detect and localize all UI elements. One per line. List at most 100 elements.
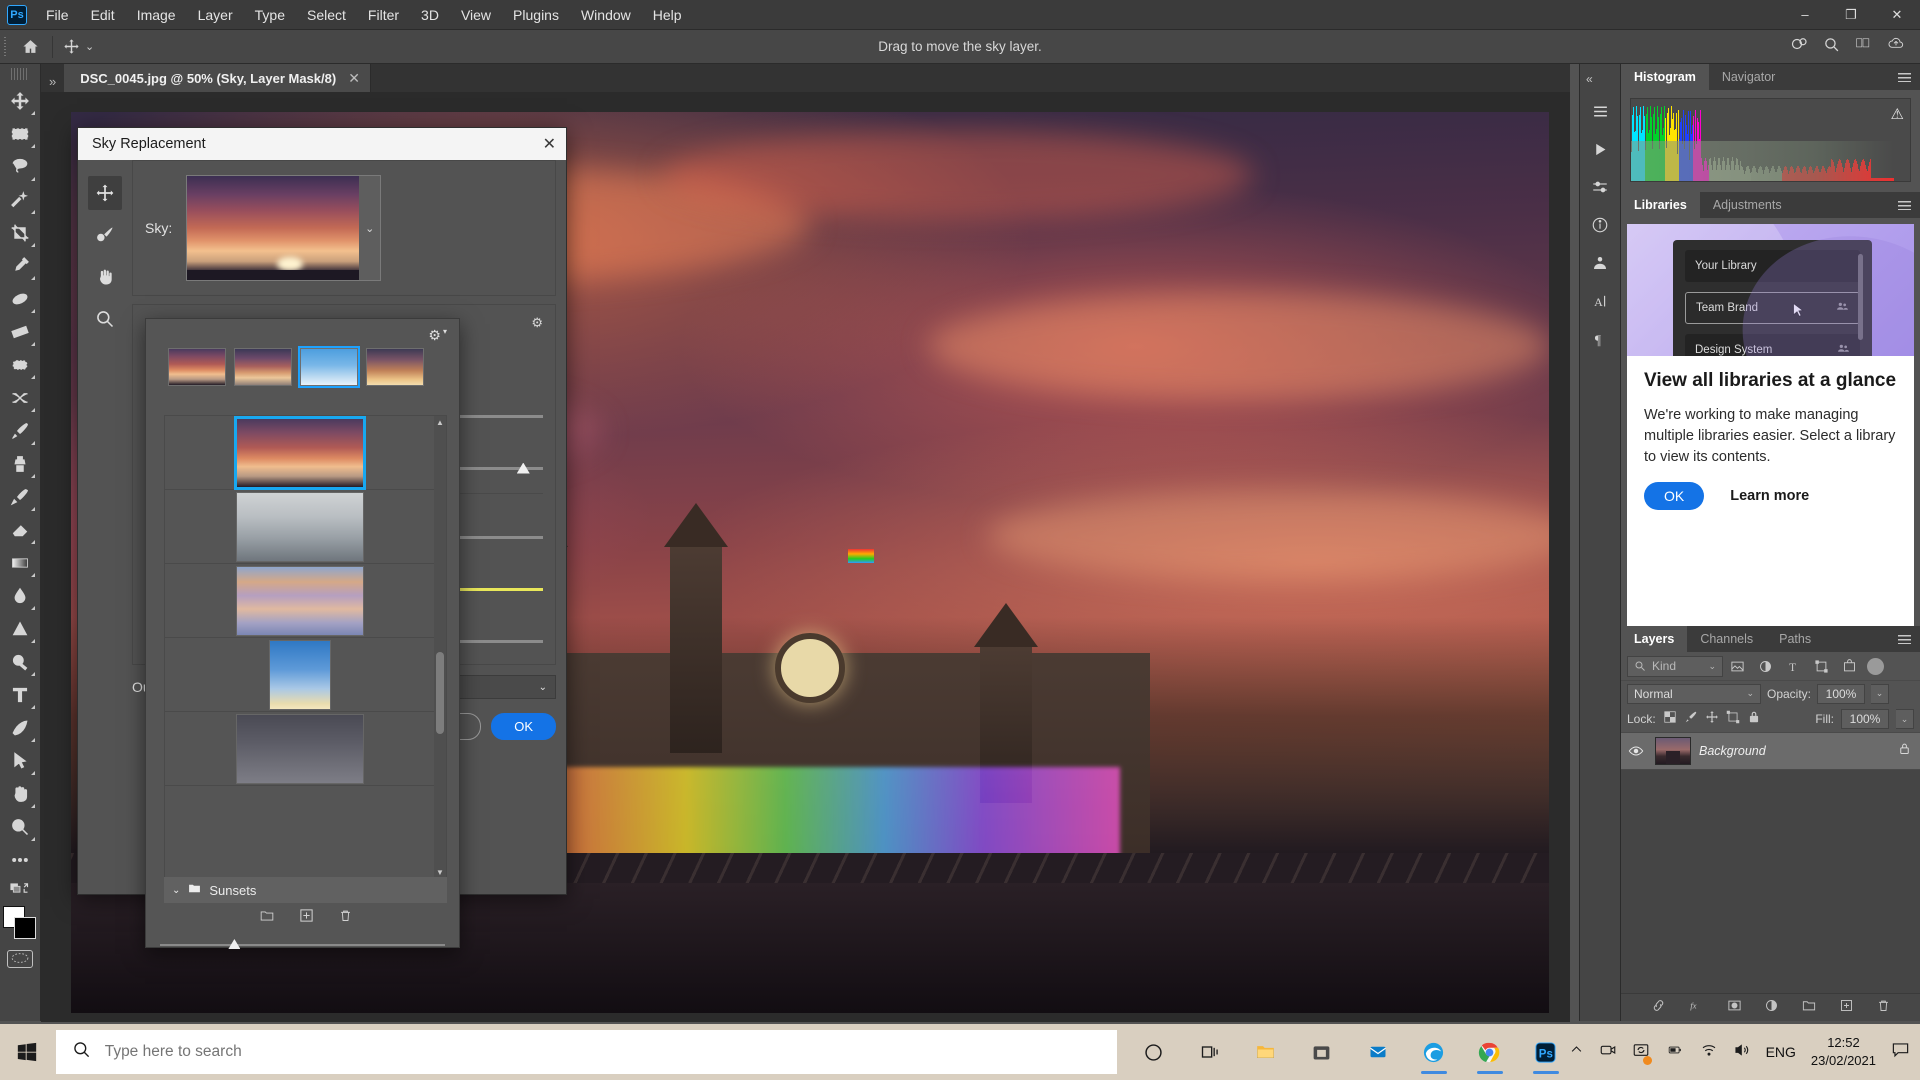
color-swatches[interactable] — [3, 906, 37, 940]
path-selection-tool[interactable] — [3, 744, 37, 777]
home-icon[interactable] — [10, 38, 50, 55]
sky-zoom-tool[interactable] — [88, 302, 122, 336]
opacity-value[interactable]: 100% — [1817, 683, 1866, 704]
hand-tool[interactable] — [3, 777, 37, 810]
lock-transparency-icon[interactable] — [1663, 710, 1677, 729]
notifications-icon[interactable] — [1891, 1040, 1910, 1064]
tool-chevron-down-icon[interactable]: ⌄ — [85, 40, 94, 53]
libraries-learn-more-link[interactable]: Learn more — [1730, 488, 1809, 504]
scrollbar-thumb[interactable] — [436, 652, 444, 734]
sky-thumb-overcast[interactable] — [165, 490, 434, 564]
panel-rail-libraries-icon[interactable] — [1583, 246, 1617, 280]
edit-toolbar-icon[interactable] — [3, 843, 37, 876]
libraries-ok-button[interactable]: OK — [1644, 482, 1705, 511]
sky-hand-tool[interactable] — [88, 260, 122, 294]
taskbar-search-box[interactable] — [55, 1030, 1117, 1074]
dodge-tool[interactable] — [3, 612, 37, 645]
close-document-icon[interactable]: ✕ — [348, 70, 360, 87]
library-row-your-library[interactable]: Your Library — [1685, 250, 1860, 282]
maximize-button[interactable]: ❐ — [1828, 0, 1874, 30]
edge-icon[interactable] — [1411, 1028, 1457, 1076]
panel-rail-actions-icon[interactable] — [1583, 132, 1617, 166]
chrome-icon[interactable] — [1467, 1028, 1513, 1076]
opacity-chevron-down-icon[interactable]: ⌄ — [1871, 683, 1890, 704]
sky-replacement-title-bar[interactable]: Sky Replacement ✕ — [78, 128, 566, 160]
layer-style-icon[interactable]: fx — [1688, 998, 1705, 1018]
menu-filter[interactable]: Filter — [357, 3, 410, 27]
patch-tool[interactable] — [3, 315, 37, 348]
eyedropper-tool[interactable] — [3, 249, 37, 282]
active-tool-indicator[interactable]: ⌄ — [55, 38, 102, 55]
sky-move-tool[interactable] — [88, 176, 122, 210]
shuffle-tool[interactable] — [3, 381, 37, 414]
battery-tray-icon[interactable] — [1665, 1043, 1685, 1062]
libraries-panel-menu-icon[interactable] — [1898, 192, 1920, 218]
crop-tool[interactable] — [3, 216, 37, 249]
add-sky-icon[interactable] — [299, 908, 314, 928]
sky-picker-list[interactable]: ▲ ▼ — [164, 415, 447, 879]
move-tool[interactable] — [3, 84, 37, 117]
tab-channels[interactable]: Channels — [1687, 626, 1766, 652]
filter-enable-toggle[interactable] — [1867, 657, 1884, 675]
menu-3d[interactable]: 3D — [410, 3, 450, 27]
taskbar-clock[interactable]: 12:52 23/02/2021 — [1811, 1034, 1876, 1069]
rectangular-marquee-tool[interactable] — [3, 117, 37, 150]
options-bar-grip[interactable] — [0, 30, 10, 64]
tab-adjustments[interactable]: Adjustments — [1700, 192, 1795, 218]
scroll-up-icon[interactable]: ▲ — [434, 416, 446, 428]
libraries-mock-scrollbar[interactable] — [1858, 254, 1863, 340]
background-color-swatch[interactable] — [14, 917, 36, 939]
histogram-panel-menu-icon[interactable] — [1898, 64, 1920, 90]
lock-artboard-icon[interactable] — [1726, 710, 1740, 729]
pen-tool[interactable] — [3, 711, 37, 744]
spot-healing-brush-tool[interactable] — [3, 282, 37, 315]
folder-chevron-down-icon[interactable]: ⌄ — [172, 885, 180, 896]
eraser-tool[interactable] — [3, 513, 37, 546]
panel-rail-adjustments-icon[interactable] — [1583, 170, 1617, 204]
tab-navigator[interactable]: Navigator — [1709, 64, 1789, 90]
library-row-team-brand[interactable]: Team Brand — [1685, 292, 1860, 324]
camera-tray-icon[interactable] — [1599, 1041, 1617, 1064]
link-layers-icon[interactable] — [1651, 998, 1666, 1018]
onedrive-tray-icon[interactable] — [1632, 1041, 1652, 1065]
layers-panel-menu-icon[interactable] — [1898, 626, 1920, 652]
taskbar-search-input[interactable] — [104, 1043, 1101, 1061]
menu-type[interactable]: Type — [244, 3, 296, 27]
layer-row-background[interactable]: Background — [1621, 732, 1920, 770]
sky-dropdown-chevron-down-icon[interactable]: ⌄ — [359, 176, 381, 280]
windows-start-icon[interactable] — [0, 1024, 54, 1080]
smart-object-filter-icon[interactable] — [1835, 654, 1863, 678]
task-view-icon[interactable] — [1187, 1028, 1233, 1076]
type-tool[interactable] — [3, 678, 37, 711]
library-row-design-system[interactable]: Design System — [1685, 334, 1860, 356]
toolbar-grip[interactable] — [11, 68, 29, 80]
clone-stamp-tool[interactable] — [3, 447, 37, 480]
fill-value[interactable]: 100% — [1841, 709, 1889, 729]
selected-sky-preview[interactable] — [187, 176, 360, 280]
gear-chevron-down-icon[interactable]: ▾ — [443, 327, 447, 344]
swap-colors-icon[interactable] — [3, 876, 37, 900]
close-button[interactable]: ✕ — [1874, 0, 1920, 30]
lock-all-icon[interactable] — [1747, 710, 1761, 729]
new-layer-icon[interactable] — [1839, 998, 1854, 1018]
lock-position-icon[interactable] — [1705, 710, 1719, 729]
gear-icon[interactable]: ⚙ — [428, 327, 441, 344]
menu-window[interactable]: Window — [570, 3, 642, 27]
layer-thumbnail[interactable] — [1655, 737, 1691, 765]
menu-help[interactable]: Help — [642, 3, 693, 27]
sky-brush-tool[interactable] — [88, 218, 122, 252]
mail-icon[interactable] — [1355, 1028, 1401, 1076]
chevron-down-icon[interactable]: ⌄ — [1708, 661, 1716, 672]
document-tab[interactable]: DSC_0045.jpg @ 50% (Sky, Layer Mask/8) ✕ — [64, 64, 371, 92]
tab-libraries[interactable]: Libraries — [1621, 192, 1700, 218]
sky-picker-scrollbar[interactable]: ▲ ▼ — [434, 416, 446, 878]
adjustment-layer-icon[interactable] — [1764, 998, 1779, 1018]
sky-picker-popup[interactable]: ⚙ ▾ ▲ ▼ ⌄ Sunsets — [145, 318, 460, 949]
quick-mask-icon[interactable] — [7, 950, 33, 968]
chevron-down-icon[interactable]: ⌄ — [539, 682, 547, 693]
preset-blue-sky[interactable] — [298, 346, 360, 388]
history-brush-tool[interactable] — [3, 480, 37, 513]
pixel-filter-icon[interactable] — [1723, 654, 1751, 678]
blur-tool[interactable] — [3, 579, 37, 612]
new-group-icon[interactable] — [1801, 998, 1817, 1018]
